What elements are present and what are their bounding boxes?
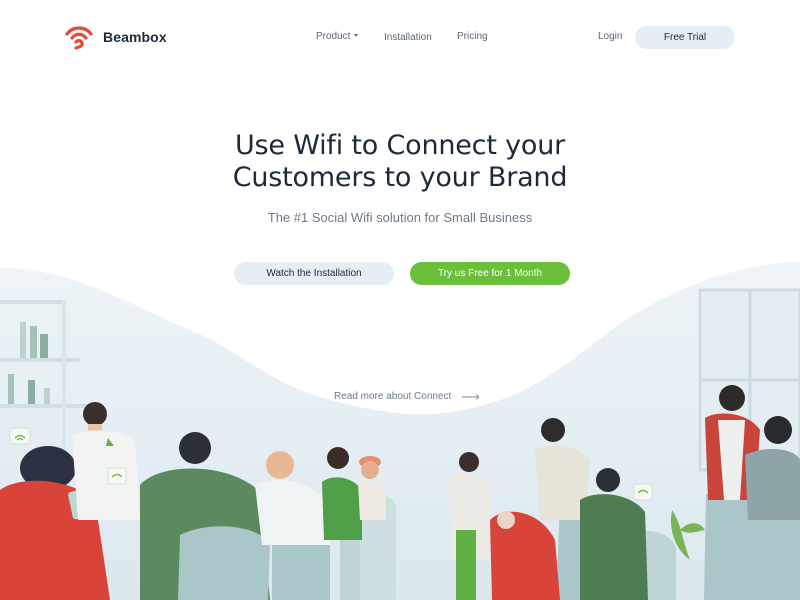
arrow-right-icon: ⟶ bbox=[461, 388, 480, 404]
nav-item-pricing[interactable]: Pricing bbox=[457, 31, 488, 42]
person-hat bbox=[358, 456, 386, 520]
read-more-link[interactable]: Read more about Connect ⟶ bbox=[334, 388, 480, 404]
login-link[interactable]: Login bbox=[598, 31, 622, 42]
person-client-red bbox=[490, 511, 560, 600]
chairs bbox=[178, 485, 800, 600]
watch-installation-button[interactable]: Watch the Installation bbox=[234, 262, 394, 285]
try-free-button[interactable]: Try us Free for 1 Month bbox=[410, 262, 570, 285]
person-client-right bbox=[745, 416, 800, 520]
hero-illustration bbox=[0, 262, 800, 600]
person-green-shirt bbox=[322, 447, 362, 540]
person-waiter bbox=[72, 402, 140, 520]
read-more-label: Read more about Connect bbox=[334, 391, 452, 402]
person-bald bbox=[255, 451, 330, 545]
hero-subtitle: The #1 Social Wifi solution for Small Bu… bbox=[267, 210, 533, 225]
header: Beambox Product Installation Pricing Log… bbox=[0, 0, 800, 75]
person-green-back bbox=[580, 468, 648, 600]
hero-title-line-1: Use Wifi to Connect your bbox=[234, 130, 566, 161]
person-green-jacket bbox=[140, 432, 270, 600]
plant-right bbox=[670, 510, 705, 560]
nav-item-product[interactable]: Product bbox=[316, 31, 359, 42]
person-red-left bbox=[0, 446, 112, 600]
shelf-left bbox=[0, 300, 90, 450]
wifi-signs bbox=[9, 427, 653, 501]
nav-item-installation[interactable]: Installation bbox=[384, 32, 432, 43]
free-trial-button[interactable]: Free Trial bbox=[635, 26, 735, 49]
cta-row: Watch the Installation Try us Free for 1… bbox=[0, 262, 800, 285]
person-barber-center bbox=[448, 452, 492, 600]
nav-item-label: Product bbox=[316, 31, 351, 42]
caret-down-icon bbox=[354, 34, 359, 37]
hero-title-line-2: Customers to your Brand bbox=[232, 162, 568, 193]
hero-title: Use Wifi to Connect your Customers to yo… bbox=[0, 130, 800, 194]
person-barber-right bbox=[705, 385, 760, 500]
person-barber-apron bbox=[535, 418, 590, 520]
window-right bbox=[698, 288, 800, 472]
